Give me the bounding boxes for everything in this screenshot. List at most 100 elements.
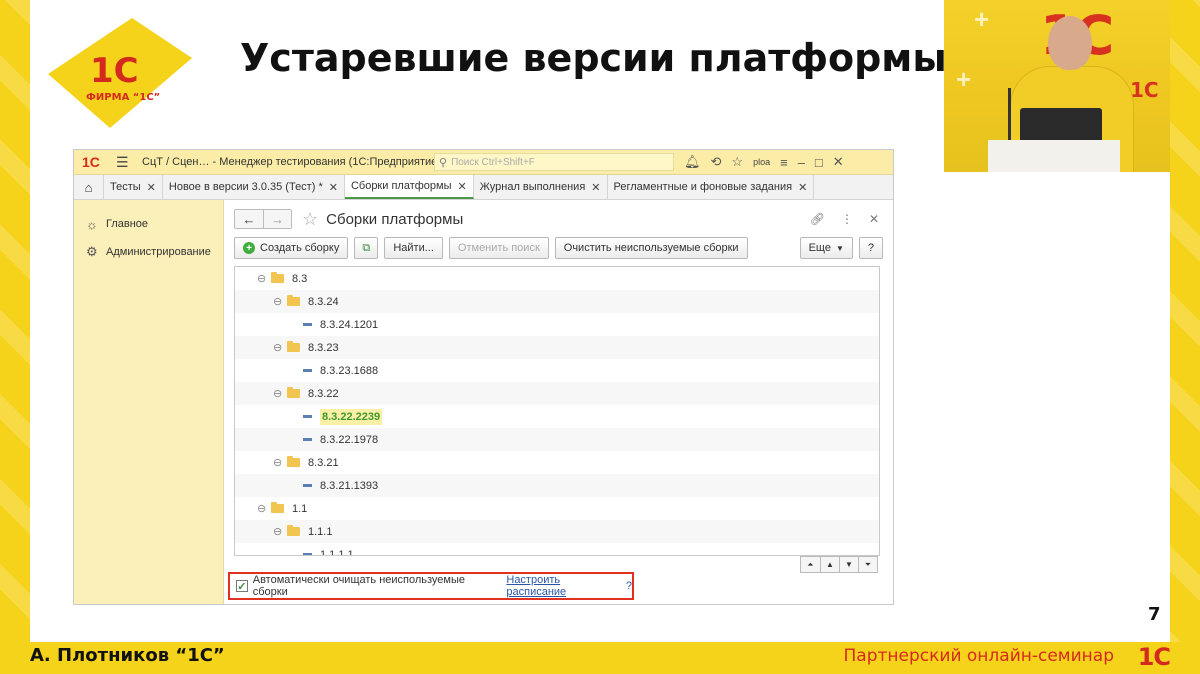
tree-folder-row[interactable]: ⊖ 8.3.21 — [235, 451, 879, 474]
close-tab-icon[interactable]: ✕ — [798, 181, 807, 194]
app-title: СцТ / Сцен… - Менеджер тестирования (1С:… — [142, 156, 434, 168]
tree-leaf-row[interactable]: 8.3.22.1978 — [235, 428, 879, 451]
auto-clear-label: Автоматически очищать неиспользуемые сбо… — [252, 574, 466, 598]
help-button[interactable]: ? — [858, 237, 883, 259]
collapse-icon[interactable]: ⊖ — [273, 341, 287, 354]
settings-menu-icon[interactable]: ≡ — [780, 155, 788, 170]
user-name[interactable]: ploa — [753, 157, 770, 167]
tree-item-label: 8.3.23.1688 — [320, 364, 379, 377]
tree-item-label: 8.3 — [292, 272, 308, 285]
cancel-search-button[interactable]: Отменить поиск — [448, 237, 549, 259]
tab-bar: ⌂ Тесты ✕ Новое в версии 3.0.35 (Тест) * ✕… — [74, 175, 893, 200]
favorite-star-icon[interactable]: ☆ — [302, 209, 318, 230]
tab-scheduled-jobs[interactable]: Регламентные и фоновые задания ✕ — [607, 175, 815, 199]
folder-icon — [287, 387, 300, 398]
slide-title: Устаревшие версии платформы — [240, 36, 947, 80]
app-window: 1С ☰ СцТ / Сцен… - Менеджер тестирования… — [73, 149, 894, 605]
maximize-icon[interactable]: □ — [815, 155, 823, 170]
copy-button[interactable]: ⧉ — [354, 237, 379, 259]
bell-icon[interactable]: 🔔︎ — [684, 154, 701, 170]
scroll-down-button[interactable]: ▼ — [839, 557, 858, 572]
more-vertical-icon[interactable]: ⋮ — [841, 212, 853, 226]
back-button[interactable]: ← — [235, 210, 263, 228]
tree-folder-row[interactable]: ⊖ 8.3 — [235, 267, 879, 290]
scroll-up-button[interactable]: ▲ — [820, 557, 839, 572]
form-content: ← → ☆ Сборки платформы 🔗︎ ⋮ ✕ + Создать … — [224, 200, 893, 604]
minimize-icon[interactable]: – — [798, 155, 805, 170]
tree-leaf-row[interactable]: 8.3.21.1393 — [235, 474, 879, 497]
more-button[interactable]: Еще ▼ — [799, 237, 853, 259]
scroll-bottom-button[interactable]: ⏷ — [858, 557, 877, 572]
close-tab-icon[interactable]: ✕ — [591, 181, 600, 194]
speaker-head — [1048, 16, 1092, 70]
star-icon[interactable]: ☆ — [731, 154, 743, 170]
collapse-icon[interactable]: ⊖ — [273, 525, 287, 538]
clear-unused-builds-button[interactable]: Очистить неиспользуемые сборки — [554, 237, 748, 259]
close-tab-icon[interactable]: ✕ — [329, 181, 338, 194]
item-icon — [303, 415, 312, 418]
collapse-icon[interactable]: ⊖ — [257, 272, 271, 285]
tree-leaf-row[interactable]: 1.1.1.1 — [235, 543, 879, 556]
tab-label: Новое в версии 3.0.35 (Тест) * — [168, 181, 323, 193]
tab-home[interactable]: ⌂ — [74, 175, 104, 199]
tree-leaf-row[interactable]: 8.3.24.1201 — [235, 313, 879, 336]
tree-folder-row[interactable]: ⊖ 8.3.22 — [235, 382, 879, 405]
tab-new-in-version[interactable]: Новое в версии 3.0.35 (Тест) * ✕ — [162, 175, 345, 199]
collapse-icon[interactable]: ⊖ — [273, 295, 287, 308]
history-icon[interactable]: ⟲ — [711, 154, 722, 170]
create-build-button[interactable]: + Создать сборку — [234, 237, 349, 259]
tree-leaf-row[interactable]: 8.3.22.2239 — [235, 405, 879, 428]
slide-logo: 1С ФИРМА “1С” — [40, 14, 200, 132]
more-label: Еще — [808, 242, 831, 254]
gear-icon: ⚙ — [86, 244, 98, 259]
tree-item-label: 8.3.24.1201 — [320, 318, 379, 331]
tree-folder-row[interactable]: ⊖ 8.3.23 — [235, 336, 879, 359]
tree-folder-row[interactable]: ⊖ 8.3.24 — [235, 290, 879, 313]
podium — [988, 140, 1120, 172]
tree-leaf-row[interactable]: 8.3.23.1688 — [235, 359, 879, 382]
close-form-icon[interactable]: ✕ — [869, 212, 879, 226]
collapse-icon[interactable]: ⊖ — [273, 387, 287, 400]
link-icon[interactable]: 🔗︎ — [810, 212, 825, 226]
logo-graphic: 1С ФИРМА “1С” — [48, 18, 192, 128]
menu-icon[interactable]: ☰ — [116, 154, 130, 171]
tree-item-label: 1.1.1.1 — [320, 548, 354, 556]
tab-platform-builds[interactable]: Сборки платформы ✕ — [344, 175, 474, 199]
tab-execution-log[interactable]: Журнал выполнения ✕ — [473, 175, 608, 199]
sidebar-item-main[interactable]: ☼ Главное — [74, 210, 223, 238]
close-tab-icon[interactable]: ✕ — [147, 181, 156, 194]
tab-label: Журнал выполнения — [479, 181, 586, 193]
item-icon — [303, 369, 312, 372]
sidebar-item-administration[interactable]: ⚙ Администрирование — [74, 238, 223, 266]
tree-item-label: 8.3.24 — [308, 295, 339, 308]
logo-firm-text: ФИРМА “1С” — [86, 92, 160, 103]
close-icon[interactable]: ✕ — [833, 154, 844, 170]
logo-text: 1С — [90, 51, 139, 91]
plus-decoration: + — [956, 64, 972, 94]
command-bar: + Создать сборку ⧉ Найти... Отменить пои… — [234, 236, 883, 260]
tab-label: Регламентные и фоновые задания — [613, 181, 793, 193]
schedule-help-link[interactable]: ? — [626, 580, 632, 592]
global-search-input[interactable]: ⚲ Поиск Ctrl+Shift+F — [434, 153, 674, 171]
collapse-icon[interactable]: ⊖ — [257, 502, 271, 515]
close-tab-icon[interactable]: ✕ — [458, 180, 467, 193]
tree-folder-row[interactable]: ⊖ 1.1.1 — [235, 520, 879, 543]
search-icon: ⚲ — [439, 156, 448, 169]
tree-item-label: 8.3.21.1393 — [320, 479, 379, 492]
wall-logo-small: 1С — [1130, 78, 1159, 102]
tree-item-label: 8.3.23 — [308, 341, 339, 354]
tab-tests[interactable]: Тесты ✕ — [104, 175, 163, 199]
find-button[interactable]: Найти... — [384, 237, 443, 259]
scroll-top-button[interactable]: ⏶ — [801, 557, 820, 572]
page-number: 7 — [1148, 604, 1161, 625]
collapse-icon[interactable]: ⊖ — [273, 456, 287, 469]
check-icon: ✓ — [237, 580, 247, 593]
sidebar-item-label: Главное — [106, 218, 149, 230]
forward-button[interactable]: → — [263, 210, 291, 228]
tree-folder-row[interactable]: ⊖ 1.1 — [235, 497, 879, 520]
sidebar: ☼ Главное ⚙ Администрирование — [74, 200, 224, 604]
auto-clear-checkbox[interactable]: ✓ — [236, 580, 248, 593]
schedule-link[interactable]: Настроить расписание — [506, 574, 620, 598]
tree-item-label: 1.1.1 — [308, 525, 333, 538]
app-logo: 1С — [82, 154, 100, 170]
